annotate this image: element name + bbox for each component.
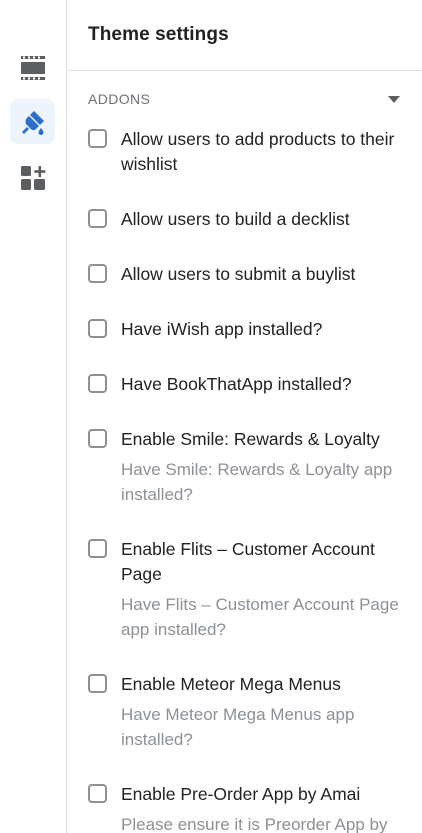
sections-nav-button[interactable]: [10, 45, 55, 90]
setting-help-text: Have Smile: Rewards & Loyalty app instal…: [121, 460, 393, 504]
setting-label: Have BookThatApp installed?: [121, 374, 352, 394]
preorder-checkbox[interactable]: [88, 784, 107, 803]
theme-editor: Theme settings ADDONS Allow users to add…: [0, 0, 422, 833]
app-blocks-nav-button[interactable]: [10, 155, 55, 200]
addons-settings-list: Allow users to add products to their wis…: [67, 127, 422, 833]
buylist-checkbox[interactable]: [88, 264, 107, 283]
addons-section-toggle[interactable]: ADDONS: [67, 71, 422, 127]
panel-header: Theme settings: [67, 0, 422, 71]
decklist-checkbox[interactable]: [88, 209, 107, 228]
setting-iwish[interactable]: Have iWish app installed?: [88, 317, 408, 342]
setting-preorder[interactable]: Enable Pre-Order App by Amai Please ensu…: [88, 782, 408, 833]
page-title: Theme settings: [88, 24, 229, 45]
setting-decklist[interactable]: Allow users to build a decklist: [88, 207, 408, 232]
setting-wishlist[interactable]: Allow users to add products to their wis…: [88, 127, 408, 177]
setting-label: Have iWish app installed?: [121, 319, 323, 339]
setting-help-text: Please ensure it is Preorder App by: [121, 815, 388, 833]
setting-label: Allow users to build a decklist: [121, 209, 350, 229]
setting-help-text: Have Flits – Customer Account Page app i…: [121, 595, 399, 639]
wishlist-checkbox[interactable]: [88, 129, 107, 148]
left-sidebar-rail: [0, 0, 67, 833]
meteor-checkbox[interactable]: [88, 674, 107, 693]
bookthatapp-checkbox[interactable]: [88, 374, 107, 393]
flits-checkbox[interactable]: [88, 539, 107, 558]
iwish-checkbox[interactable]: [88, 319, 107, 338]
setting-bookthatapp[interactable]: Have BookThatApp installed?: [88, 372, 408, 397]
app-blocks-add-icon: [20, 165, 46, 191]
smile-checkbox[interactable]: [88, 429, 107, 448]
setting-label: Enable Meteor Mega Menus: [121, 674, 341, 694]
setting-meteor[interactable]: Enable Meteor Mega Menus Have Meteor Meg…: [88, 672, 408, 752]
setting-buylist[interactable]: Allow users to submit a buylist: [88, 262, 408, 287]
theme-brush-icon: [19, 108, 47, 136]
setting-smile[interactable]: Enable Smile: Rewards & Loyalty Have Smi…: [88, 427, 408, 507]
setting-flits[interactable]: Enable Flits – Customer Account Page Hav…: [88, 537, 408, 642]
setting-help-text: Have Meteor Mega Menus app installed?: [121, 705, 355, 749]
setting-label: Enable Flits – Customer Account Page: [121, 539, 375, 584]
setting-label: Allow users to add products to their wis…: [121, 129, 395, 174]
theme-settings-panel: Theme settings ADDONS Allow users to add…: [67, 0, 422, 833]
section-title: ADDONS: [88, 91, 151, 107]
theme-settings-nav-button[interactable]: [10, 99, 55, 144]
setting-label: Allow users to submit a buylist: [121, 264, 356, 284]
setting-label: Enable Pre-Order App by Amai: [121, 784, 361, 804]
caret-down-icon: [388, 95, 400, 103]
sections-layout-icon: [20, 55, 46, 81]
setting-label: Enable Smile: Rewards & Loyalty: [121, 429, 380, 449]
